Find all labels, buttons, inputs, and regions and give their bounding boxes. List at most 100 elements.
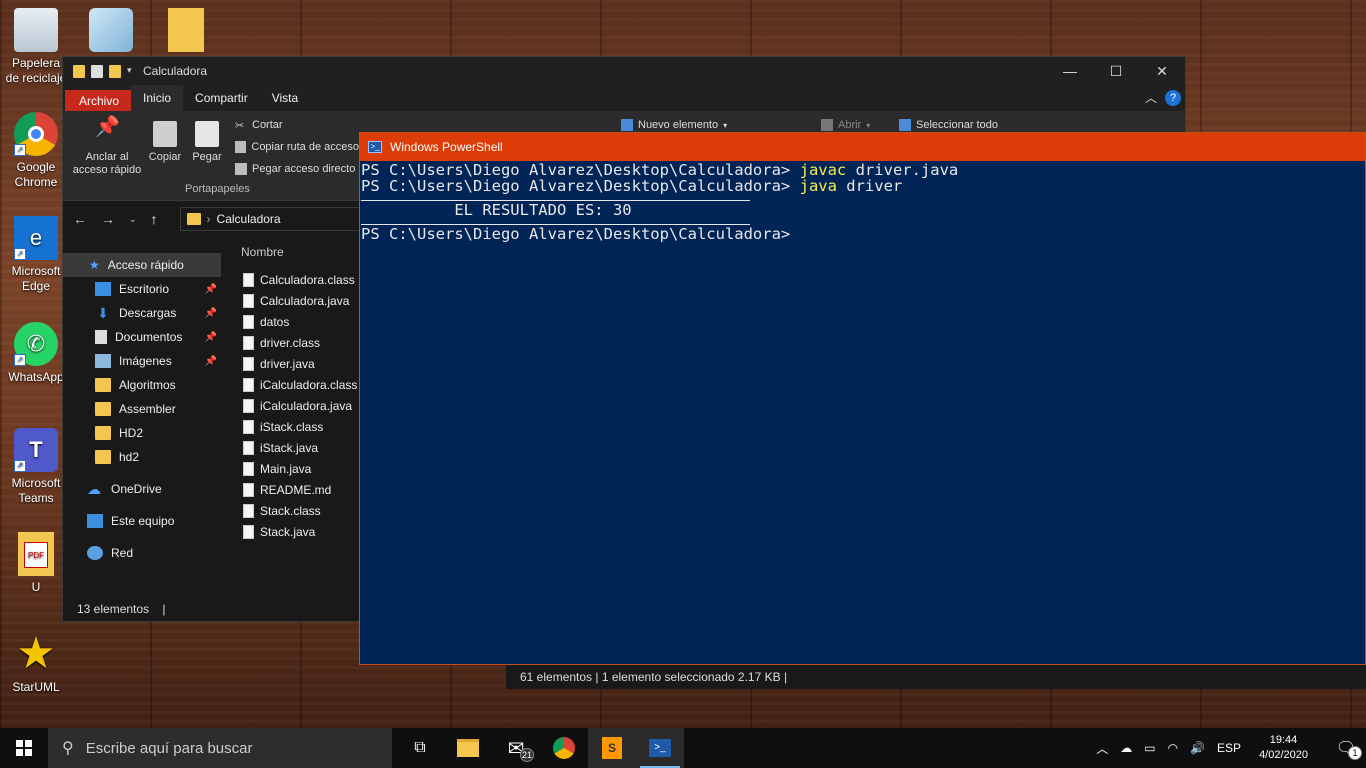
taskbar-sublime[interactable]: S (588, 728, 636, 768)
paste-button[interactable]: Pegar (189, 121, 225, 164)
folder-icon (95, 426, 111, 440)
properties-icon[interactable] (91, 64, 103, 78)
cut-button[interactable]: ✂ Cortar (235, 119, 283, 132)
close-button[interactable]: ✕ (1139, 57, 1185, 85)
desktop-icon-whatsapp[interactable]: ✆ ↗ WhatsApp (5, 322, 67, 385)
list-item[interactable]: iStack.class (229, 416, 359, 437)
battery-icon[interactable]: ▭ (1144, 741, 1155, 755)
powershell-titlebar: >_ Windows PowerShell (360, 133, 1365, 161)
open-button[interactable]: Abrir ▾ (821, 119, 870, 131)
desktop-icon-teams[interactable]: T ↗ Microsoft Teams (5, 428, 67, 506)
start-button[interactable] (0, 728, 48, 768)
maximize-button[interactable]: ☐ (1093, 57, 1139, 85)
chevron-up-icon[interactable]: ︿ (1096, 740, 1108, 757)
nav-item-hd2-upper[interactable]: HD2 (63, 421, 221, 445)
list-item[interactable]: Stack.class (229, 500, 359, 521)
pin-icon: 📌 (204, 283, 217, 295)
open-icon (821, 119, 833, 131)
taskbar: ⚲ Escribe aquí para buscar ⧉ ✉ 21 S >_ ︿… (0, 728, 1366, 768)
tab-archivo[interactable]: Archivo (65, 90, 132, 111)
group-label-portapapeles: Portapapeles (185, 183, 250, 195)
list-item[interactable]: Calculadora.class (229, 269, 359, 290)
nav-item-documentos[interactable]: Documentos 📌 (63, 325, 221, 349)
list-item[interactable]: Main.java (229, 458, 359, 479)
taskbar-chrome[interactable] (540, 728, 588, 768)
chrome-icon: ↗ (14, 112, 58, 156)
help-icon[interactable]: ? (1165, 90, 1181, 106)
task-view-button[interactable]: ⧉ (396, 728, 444, 768)
list-item[interactable]: iCalculadora.class (229, 374, 359, 395)
copy-button[interactable]: Copiar (147, 121, 183, 164)
nav-this-pc[interactable]: Este equipo (63, 509, 221, 533)
nav-network[interactable]: Red (63, 541, 221, 565)
recent-chevron-icon[interactable]: ⌄ (129, 214, 137, 225)
search-box[interactable]: ⚲ Escribe aquí para buscar (48, 728, 392, 768)
taskbar-mail[interactable]: ✉ 21 (492, 728, 540, 768)
new-item-icon (621, 119, 633, 131)
nav-onedrive[interactable]: ☁ OneDrive (63, 477, 221, 501)
onedrive-cloud-icon[interactable]: ☁ (1120, 741, 1132, 755)
desktop-icon-folder[interactable] (155, 8, 217, 56)
breadcrumb[interactable]: Calculadora (217, 212, 281, 226)
list-item[interactable]: datos (229, 311, 359, 332)
paste-shortcut-button[interactable]: Pegar acceso directo (235, 163, 359, 175)
desktop-icon-recycle-bin[interactable]: Papelera de reciclaje (5, 8, 67, 86)
forward-arrow-icon[interactable]: → (101, 211, 115, 227)
list-item[interactable]: iStack.java (229, 437, 359, 458)
nav-item-escritorio[interactable]: Escritorio 📌 (63, 277, 221, 301)
list-item[interactable]: iCalculadora.java (229, 395, 359, 416)
powershell-window[interactable]: >_ Windows PowerShell PS C:\Users\Diego … (359, 132, 1366, 665)
teams-icon: T ↗ (14, 428, 58, 472)
language-indicator[interactable]: ESP (1217, 741, 1241, 755)
desktop-icon-label: Google Chrome (14, 160, 58, 189)
column-header-name[interactable]: Nombre (229, 241, 359, 263)
new-folder-icon[interactable] (109, 64, 121, 78)
new-item-button[interactable]: Nuevo elemento ▾ (621, 119, 727, 131)
nav-item-descargas[interactable]: ⬇ Descargas 📌 (63, 301, 221, 325)
nav-item-algoritmos[interactable]: Algoritmos (63, 373, 221, 397)
tab-inicio[interactable]: Inicio (131, 85, 184, 111)
folder-icon (95, 378, 111, 392)
desktop-icon-staruml[interactable]: ★ StarUML (5, 632, 67, 695)
volume-icon[interactable]: 🔊 (1190, 741, 1205, 755)
nav-item-hd2-lower[interactable]: hd2 (63, 445, 221, 469)
up-arrow-icon[interactable]: ↑ (151, 211, 158, 227)
taskbar-powershell[interactable]: >_ (636, 728, 684, 768)
list-item[interactable]: Calculadora.java (229, 290, 359, 311)
desktop-icon-label: WhatsApp (8, 370, 64, 384)
copy-path-button[interactable]: Copiar ruta de acceso (235, 141, 359, 153)
whatsapp-icon: ✆ ↗ (14, 322, 58, 366)
explorer-titlebar: ▾ Calculadora — ☐ ✕ (63, 57, 1185, 85)
sublime-text-icon: S (602, 737, 622, 759)
list-item[interactable]: README.md (229, 479, 359, 500)
nav-item-assembler[interactable]: Assembler (63, 397, 221, 421)
clock[interactable]: 19:44 4/02/2020 (1253, 733, 1314, 763)
back-arrow-icon[interactable]: ← (73, 211, 87, 227)
select-all-button[interactable]: Seleccionar todo (899, 119, 998, 131)
desktop-icon-box[interactable] (80, 8, 142, 56)
list-item[interactable]: Stack.java (229, 521, 359, 542)
wifi-icon[interactable]: ◠ (1168, 741, 1178, 755)
folder-icon[interactable] (73, 64, 85, 78)
tab-vista[interactable]: Vista (260, 85, 310, 111)
star-icon: ★ (89, 258, 100, 272)
action-center-button[interactable]: 🗨 1 (1326, 728, 1366, 768)
pin-quick-access-button[interactable]: 📌 Anclar al acceso rápido (69, 117, 145, 177)
desktop-icon-edge[interactable]: e ↗ Microsoft Edge (5, 216, 67, 294)
desktop-icon-chrome[interactable]: ↗ Google Chrome (5, 112, 67, 190)
address-bar[interactable]: › Calculadora (179, 207, 370, 231)
tab-compartir[interactable]: Compartir (183, 85, 260, 111)
collapse-ribbon-icon[interactable]: ︿ (1145, 89, 1157, 106)
download-arrow-icon: ⬇ (97, 305, 109, 321)
nav-quick-access[interactable]: ★ Acceso rápido (63, 253, 221, 277)
taskbar-file-explorer[interactable] (444, 728, 492, 768)
desktop-icon-pdf[interactable]: PDF U (5, 532, 67, 595)
list-item[interactable]: driver.class (229, 332, 359, 353)
chevron-down-icon[interactable]: ▾ (127, 65, 135, 78)
list-item[interactable]: driver.java (229, 353, 359, 374)
file-list: Nombre Calculadora.class Calculadora.jav… (229, 241, 359, 597)
task-view-icon: ⧉ (414, 739, 426, 756)
nav-item-imagenes[interactable]: Imágenes 📌 (63, 349, 221, 373)
minimize-button[interactable]: — (1047, 57, 1093, 85)
console-output[interactable]: PS C:\Users\Diego Alvarez\Desktop\Calcul… (360, 161, 1365, 242)
